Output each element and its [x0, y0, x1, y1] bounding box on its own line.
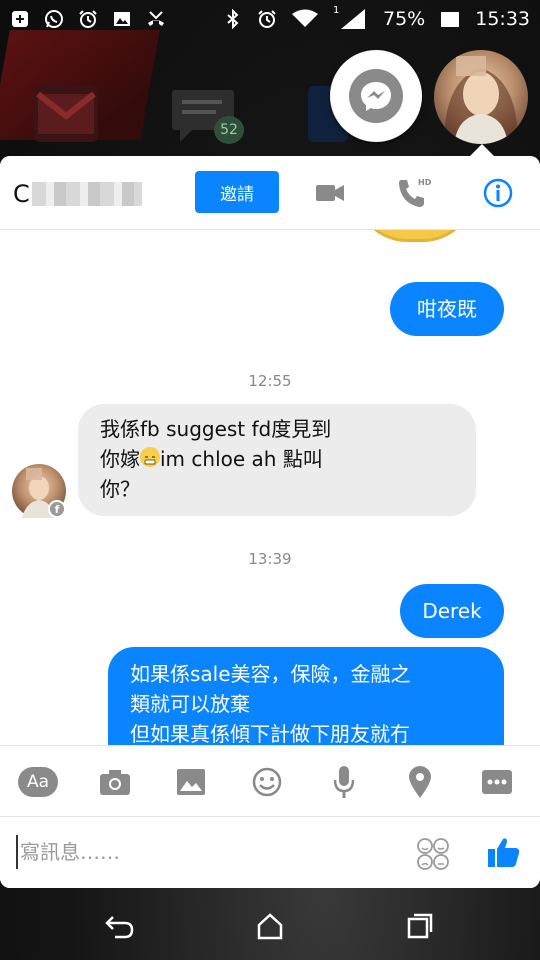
- contact-name-redaction: [31, 182, 142, 206]
- video-camera-icon: [316, 185, 344, 201]
- status-bar: 1 75% 15:33: [0, 0, 540, 38]
- location-button[interactable]: [400, 764, 440, 800]
- sticker-faces-icon: [417, 838, 449, 870]
- chat-panel: C 邀請 HD 咁夜既 12:55 我係fb suggest fd度見到 你嫁 …: [0, 156, 540, 888]
- like-button[interactable]: [484, 832, 524, 872]
- unread-badge: 52: [214, 116, 244, 144]
- grin-emoji-icon: [140, 447, 160, 467]
- messenger-icon: [349, 69, 403, 123]
- more-button[interactable]: [477, 764, 517, 800]
- outgoing-message[interactable]: 如果係sale美容，保險，金融之 類就可以放棄 但如果真係傾下計做下朋友就冇: [108, 647, 504, 745]
- gallery-button[interactable]: [171, 764, 211, 800]
- message-line: 如果係sale美容，保險，金融之: [130, 662, 411, 686]
- outgoing-message[interactable]: Derek: [400, 584, 504, 638]
- gmail-app-icon: [34, 86, 98, 142]
- microphone-icon: [333, 766, 355, 798]
- message-line: 你嫁 im chloe ah 點叫: [100, 447, 323, 471]
- battery-percent: 75%: [383, 8, 426, 30]
- home-icon: [257, 913, 283, 940]
- outgoing-message[interactable]: 咁夜既: [390, 282, 504, 336]
- video-call-button[interactable]: [312, 176, 348, 210]
- aa-label: Aa: [18, 767, 58, 797]
- message-line: 你？: [100, 477, 140, 501]
- home-button[interactable]: [250, 908, 290, 944]
- hd-voice-call-button[interactable]: HD: [396, 176, 432, 210]
- contact-name[interactable]: C: [13, 180, 142, 208]
- timestamp: 12:55: [248, 372, 292, 390]
- image-icon: [177, 769, 205, 795]
- add-notification-icon: [10, 9, 30, 29]
- timestamp: 13:39: [248, 550, 292, 568]
- alarm-clock-icon: [257, 9, 277, 29]
- signal-label: 1: [333, 5, 340, 16]
- more-icon: [482, 770, 512, 794]
- hd-label: HD: [418, 178, 432, 187]
- chat-head-pointer: [470, 144, 494, 156]
- messenger-chat-head[interactable]: [330, 50, 422, 142]
- sticker-button[interactable]: [415, 837, 451, 871]
- info-button[interactable]: [480, 176, 516, 210]
- back-button[interactable]: [100, 908, 140, 944]
- contact-photo: [444, 56, 518, 144]
- invite-button[interactable]: 邀請: [195, 171, 279, 213]
- text-format-button[interactable]: Aa: [18, 764, 58, 800]
- incoming-message[interactable]: 我係fb suggest fd度見到 你嫁 im chloe ah 點叫 你？: [78, 404, 476, 516]
- info-icon: [483, 178, 513, 208]
- thumbs-up-icon: [488, 838, 520, 867]
- voice-button[interactable]: [324, 764, 364, 800]
- camera-button[interactable]: [95, 764, 135, 800]
- navigation-bar: [0, 888, 540, 960]
- camera-icon: [100, 770, 130, 795]
- composer-toolbar: Aa: [0, 745, 540, 817]
- whatsapp-icon: [44, 9, 64, 29]
- missed-call-icon: [146, 9, 166, 29]
- composer: [0, 817, 540, 888]
- message-line: 但如果真係傾下計做下朋友就冇: [130, 722, 410, 745]
- sticker-message[interactable]: [355, 230, 475, 242]
- facebook-badge-icon: f: [48, 500, 66, 518]
- smiley-icon: [252, 767, 282, 797]
- message-text: 咁夜既: [417, 297, 477, 321]
- contact-chat-head[interactable]: [434, 50, 528, 144]
- recent-apps-icon: [407, 913, 433, 939]
- image-icon: [112, 9, 132, 29]
- wifi-icon: [291, 9, 319, 29]
- recent-apps-button[interactable]: [400, 908, 440, 944]
- signal-icon: 1: [333, 5, 367, 29]
- back-arrow-icon: [105, 916, 134, 939]
- emoji-button[interactable]: [247, 764, 287, 800]
- message-line: 我係fb suggest fd度見到: [100, 417, 332, 441]
- clock: 15:33: [475, 8, 530, 30]
- alarm-icon: [78, 9, 98, 29]
- contact-name-initial: C: [13, 180, 30, 208]
- bluetooth-icon: [223, 9, 243, 29]
- message-line: 類就可以放棄: [130, 692, 250, 716]
- message-list[interactable]: 咁夜既 12:55 我係fb suggest fd度見到 你嫁 im chloe …: [0, 230, 540, 745]
- location-pin-icon: [409, 766, 431, 798]
- battery-icon: [439, 9, 461, 29]
- message-input[interactable]: [16, 835, 396, 869]
- messages-app-icon: 52: [170, 86, 244, 144]
- message-text: Derek: [422, 599, 482, 623]
- conversation-header: C 邀請 HD: [0, 156, 540, 230]
